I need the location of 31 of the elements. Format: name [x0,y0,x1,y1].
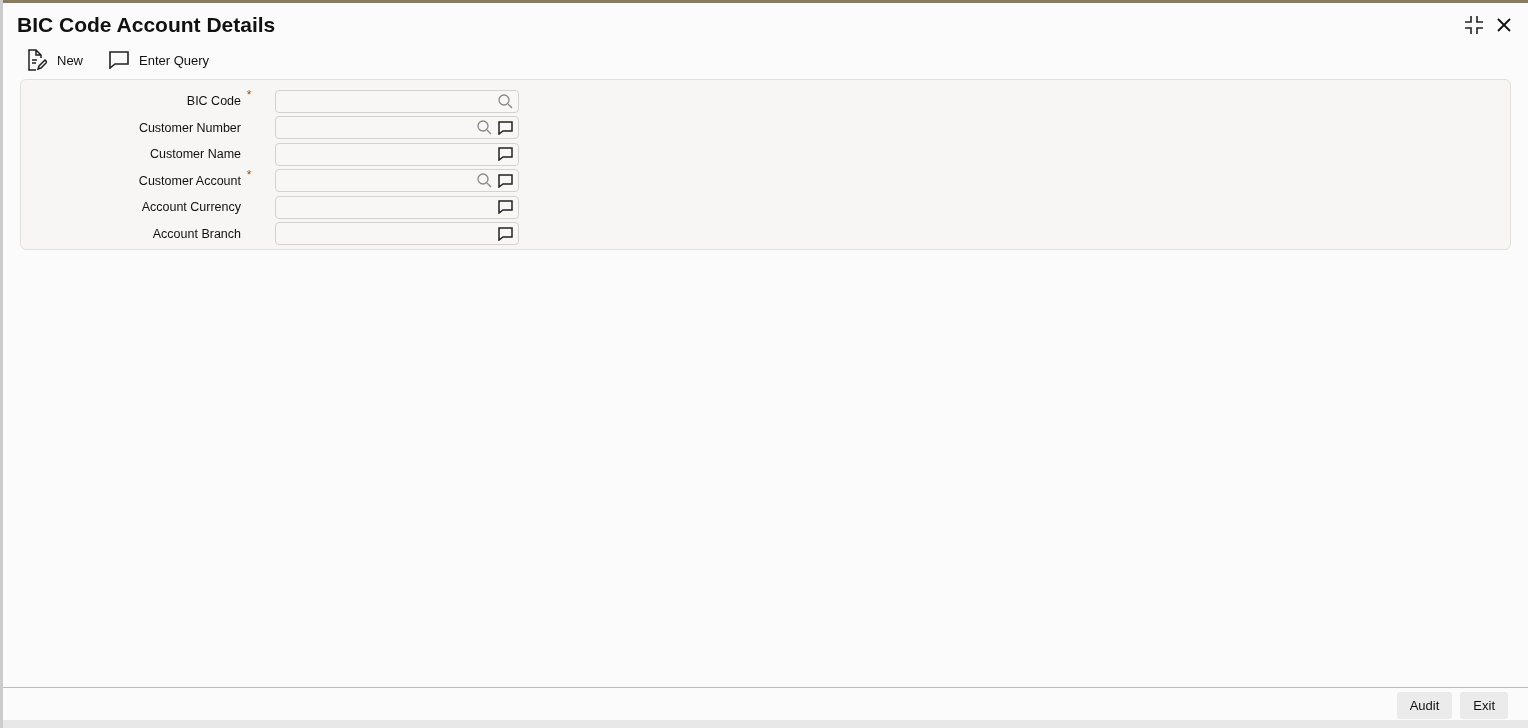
required-mark: * [245,167,253,182]
input-field[interactable] [275,222,519,246]
comment-icon[interactable] [498,173,513,188]
input-field[interactable] [275,195,519,219]
document-edit-icon [27,49,47,71]
input-field[interactable] [275,169,519,193]
collapse-icon[interactable] [1464,15,1484,35]
comment-icon [109,51,129,69]
input-field[interactable] [275,116,519,140]
search-icon[interactable] [477,173,492,189]
field-label: Account Branch [152,226,241,241]
footer-button[interactable]: Audit [1396,691,1453,719]
field-label: BIC Code [186,94,241,109]
toolbar-button[interactable]: Enter Query [107,51,212,69]
input-field[interactable] [275,89,519,113]
search-icon[interactable] [477,120,492,136]
field-label: Account Currency [141,200,241,215]
search-icon[interactable] [498,93,513,109]
toolbar-button[interactable]: New [25,49,85,71]
comment-icon[interactable] [498,120,513,135]
comment-icon[interactable] [498,147,513,162]
field-label: Customer Name [150,147,241,162]
field-label: Customer Number [138,120,241,135]
comment-icon[interactable] [498,200,513,215]
input-field[interactable] [275,142,519,166]
close-icon[interactable] [1496,17,1512,33]
comment-icon[interactable] [498,226,513,241]
window-title: BIC Code Account Details [17,13,276,37]
field-label: Customer Account [138,173,241,188]
required-mark: * [245,88,253,103]
footer-button[interactable]: Exit [1460,691,1508,719]
